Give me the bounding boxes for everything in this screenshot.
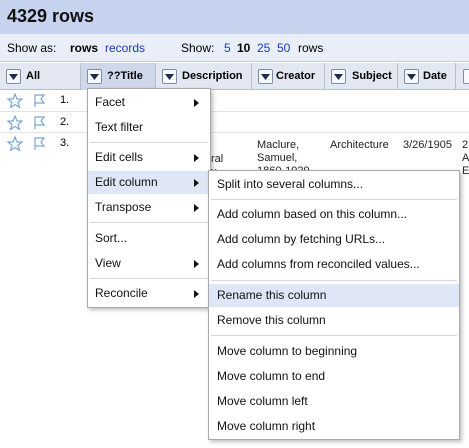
column-label-title: ??Title — [107, 70, 143, 82]
menu-item-edit-cells[interactable]: Edit cells — [88, 146, 210, 169]
menu-item-move-to-end[interactable]: Move column to end — [209, 365, 459, 388]
row-count-title: 4329 rows — [7, 6, 95, 26]
menu-item-move-right[interactable]: Move column right — [209, 415, 459, 438]
star-icon[interactable] — [7, 93, 23, 108]
date-cell: 3/26/1905 — [403, 139, 452, 151]
rows-suffix: rows — [298, 41, 324, 55]
triangle-down-icon — [165, 74, 174, 80]
flag-icon[interactable] — [33, 136, 47, 151]
column-header-subject: Subject — [325, 63, 398, 90]
records-mode-option[interactable]: records — [105, 34, 145, 62]
menu-separator — [211, 199, 457, 200]
submenu-arrow-icon — [194, 260, 199, 268]
flag-icon[interactable] — [33, 93, 47, 108]
star-icon[interactable] — [7, 115, 23, 130]
creator-cell-line: Samuel, — [257, 152, 298, 164]
menu-item-move-left[interactable]: Move column left — [209, 390, 459, 413]
star-icon[interactable] — [7, 136, 23, 151]
submenu-arrow-icon — [194, 204, 199, 212]
submenu-arrow-icon — [194, 99, 199, 107]
show-label: Show: — [181, 41, 215, 55]
triangle-down-icon — [261, 74, 270, 80]
creator-cell-line: Maclure, — [257, 139, 300, 151]
page-size-25[interactable]: 25 — [257, 34, 270, 62]
submenu-arrow-icon — [194, 290, 199, 298]
rows-mode-option[interactable]: rows — [70, 34, 98, 62]
page-size-10[interactable]: 10 — [237, 34, 250, 62]
menu-item-text-filter[interactable]: Text filter — [88, 116, 210, 139]
menu-separator — [90, 142, 208, 143]
next-cell-line: A — [462, 152, 469, 164]
triangle-down-icon — [90, 74, 99, 80]
menu-item-sort[interactable]: Sort... — [88, 227, 210, 250]
menu-item-move-to-beginning[interactable]: Move column to beginning — [209, 340, 459, 363]
menu-item-rename-column[interactable]: Rename this column — [209, 284, 459, 307]
submenu-arrow-icon — [194, 154, 199, 162]
triangle-down-icon — [334, 74, 343, 80]
table-row: 2. — [0, 112, 469, 133]
page-size-5[interactable]: 5 — [224, 34, 231, 62]
column-header-creator: Creator — [252, 63, 325, 90]
column-label-all: All — [26, 70, 41, 82]
column-header-next — [456, 63, 469, 90]
menu-item-facet[interactable]: Facet — [88, 91, 210, 114]
triangle-down-icon — [407, 74, 416, 80]
column-label-date: Date — [423, 70, 447, 82]
column-label-subject: Subject — [352, 70, 392, 82]
menu-separator — [211, 280, 457, 281]
menu-item-add-column-fetch-urls[interactable]: Add column by fetching URLs... — [209, 228, 459, 251]
column-dropdown-date[interactable] — [404, 69, 419, 84]
menu-item-view[interactable]: View — [88, 252, 210, 275]
column-header-date: Date — [398, 63, 456, 90]
column-label-creator: Creator — [276, 70, 316, 82]
table-header: All ??Title Description Creator Subject — [0, 63, 469, 90]
column-dropdown-all[interactable] — [6, 69, 21, 84]
row-number: 3. — [60, 137, 70, 149]
page-size-50[interactable]: 50 — [277, 34, 290, 62]
column-dropdown-subject[interactable] — [331, 69, 346, 84]
row-number: 1. — [60, 94, 70, 106]
next-cell-line: E — [462, 165, 469, 177]
triangle-down-icon — [9, 74, 18, 80]
column-menu: Facet Text filter Edit cells Edit column… — [87, 88, 211, 308]
view-options-bar: Show as: rows records Show: 5 10 25 50 r… — [0, 34, 469, 62]
table-row: 1. — [0, 90, 469, 112]
menu-item-add-column-based[interactable]: Add column based on this column... — [209, 203, 459, 226]
show-as-label: Show as: — [7, 41, 57, 55]
column-header-description: Description — [156, 63, 252, 90]
column-header-all: All — [0, 63, 81, 90]
next-cell-line: 2 — [462, 139, 469, 151]
menu-separator — [90, 222, 208, 223]
menu-item-transpose[interactable]: Transpose — [88, 196, 210, 219]
header-bar: 4329 rows — [0, 0, 469, 34]
column-header-title: ??Title — [81, 63, 156, 90]
column-dropdown-next[interactable] — [463, 69, 469, 84]
menu-item-split-column[interactable]: Split into several columns... — [209, 173, 459, 196]
column-dropdown-description[interactable] — [162, 69, 177, 84]
edit-column-submenu: Split into several columns... Add column… — [208, 170, 460, 440]
menu-item-remove-column[interactable]: Remove this column — [209, 309, 459, 332]
menu-item-reconcile[interactable]: Reconcile — [88, 282, 210, 305]
column-dropdown-creator[interactable] — [258, 69, 273, 84]
description-cell-fragment: ral — [211, 153, 224, 165]
submenu-arrow-icon — [194, 179, 199, 187]
menu-separator — [90, 278, 208, 279]
row-number: 2. — [60, 116, 70, 128]
column-dropdown-title[interactable] — [87, 69, 102, 84]
column-label-description: Description — [182, 70, 243, 82]
menu-item-edit-column[interactable]: Edit column — [88, 171, 210, 194]
menu-separator — [211, 335, 457, 336]
flag-icon[interactable] — [33, 115, 47, 130]
subject-cell: Architecture — [330, 139, 389, 151]
menu-item-add-columns-reconciled[interactable]: Add columns from reconciled values... — [209, 253, 459, 276]
